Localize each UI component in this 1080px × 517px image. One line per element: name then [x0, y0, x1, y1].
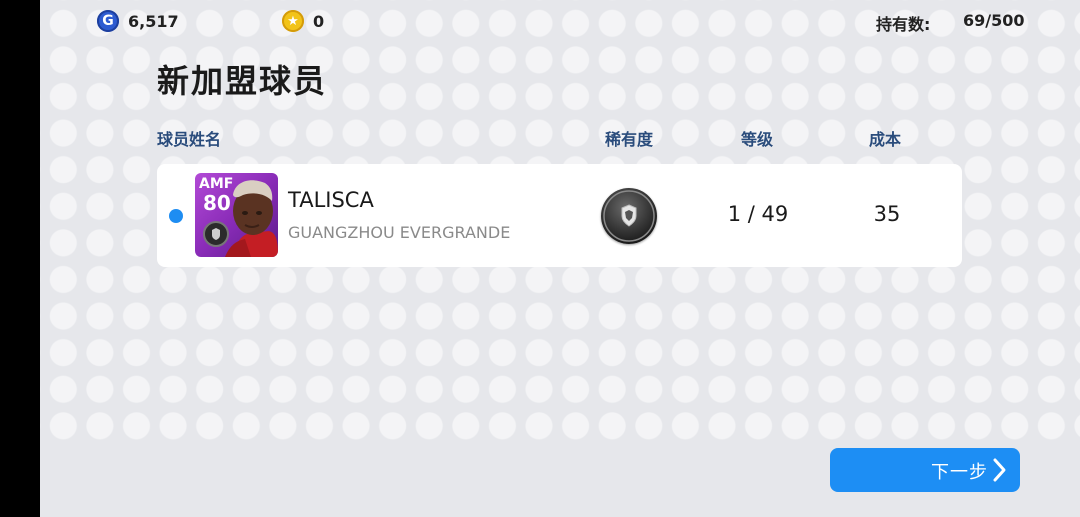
gp-value: 6,517 [128, 11, 179, 31]
gp-coin-icon: G [97, 10, 119, 32]
column-header-rarity: 稀有度 [605, 130, 654, 149]
coin-currency: ★ 0 [282, 10, 324, 32]
top-bar: G 6,517 ★ 0 持有数: 69/500 [40, 0, 1080, 42]
holding-value: 69/500 [963, 11, 1025, 30]
player-level: 1 / 49 [727, 202, 789, 226]
new-indicator-icon [169, 209, 183, 223]
player-team: GUANGZHOU EVERGRANDE [288, 223, 511, 242]
star-coin-icon: ★ [282, 10, 304, 32]
player-cost: 35 [873, 202, 901, 226]
player-name: TALISCA [288, 188, 374, 212]
gp-currency: G 6,517 [97, 10, 179, 32]
card-rarity-badge-icon [203, 221, 229, 247]
player-rating: 80 [203, 191, 231, 215]
holding-label: 持有数: [876, 15, 931, 34]
player-row[interactable]: AMF 80 TALISCA GUANGZHOU EVERGRANDE 1 / … [157, 164, 962, 267]
column-header-cost: 成本 [869, 130, 902, 149]
chevron-right-icon [993, 458, 1006, 482]
column-header-name: 球员姓名 [157, 130, 222, 149]
column-header-level: 等级 [741, 130, 774, 149]
black-ball-rarity-icon [601, 188, 657, 244]
player-position: AMF [199, 176, 234, 192]
next-button[interactable]: 下一步 [830, 448, 1020, 492]
screen: G 6,517 ★ 0 持有数: 69/500 新加盟球员 球员姓名 稀有度 等… [40, 0, 1080, 517]
player-card-thumbnail[interactable]: AMF 80 [195, 173, 278, 257]
coin-value: 0 [313, 11, 325, 31]
next-button-label: 下一步 [931, 462, 988, 483]
page-title: 新加盟球员 [157, 62, 328, 100]
